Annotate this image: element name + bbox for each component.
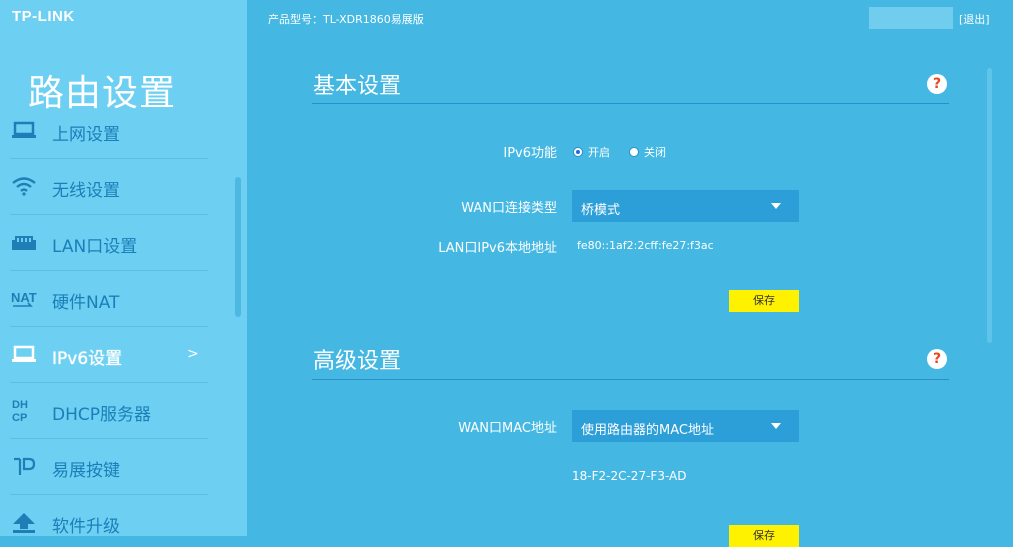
sidebar-item-upgrade[interactable]: 软件升级 bbox=[10, 495, 208, 536]
sidebar-scrollbar[interactable] bbox=[235, 177, 241, 317]
svg-text:DH: DH bbox=[12, 399, 28, 411]
lan-port-icon bbox=[10, 230, 38, 254]
wan-mac-address: 18-F2-2C-27-F3-AD bbox=[572, 469, 687, 483]
help-icon[interactable]: ? bbox=[927, 349, 947, 369]
ipv6-on-radio[interactable]: 开启 bbox=[573, 145, 610, 159]
chevron-right-icon: > bbox=[187, 346, 199, 362]
nat-icon: NAT bbox=[10, 286, 38, 310]
sidebar-item-internet[interactable]: 上网设置 bbox=[10, 103, 208, 159]
upgrade-icon bbox=[10, 510, 38, 534]
sidebar-item-label: 软件升级 bbox=[52, 517, 120, 536]
section-title-basic: 基本设置 bbox=[313, 74, 402, 99]
radio-dot bbox=[629, 147, 639, 157]
sidebar-item-label: 上网设置 bbox=[52, 125, 120, 145]
save-button-advanced[interactable]: 保存 bbox=[729, 525, 799, 547]
sidebar-item-dhcp[interactable]: DH CP DHCP服务器 bbox=[10, 383, 208, 439]
wan-type-value: 桥模式 bbox=[581, 203, 621, 218]
svg-text:NAT: NAT bbox=[11, 290, 37, 305]
sidebar-item-label: LAN口设置 bbox=[52, 237, 138, 257]
sidebar-item-ipv6[interactable]: IPv6设置 > bbox=[10, 327, 208, 383]
main-scrollbar[interactable] bbox=[987, 68, 992, 343]
sidebar: TP-LINK 路由设置 上网设置 无线设置 LAN口设置 NAT 硬件NAT … bbox=[0, 0, 247, 536]
lan-ipv6-label: LAN口IPv6本地地址 bbox=[438, 241, 557, 256]
chevron-down-icon bbox=[771, 203, 781, 209]
wan-mac-select-value: 使用路由器的MAC地址 bbox=[581, 423, 714, 438]
radio-label: 关闭 bbox=[644, 146, 666, 159]
wan-type-label: WAN口连接类型 bbox=[461, 201, 557, 216]
sidebar-item-label: 硬件NAT bbox=[52, 293, 120, 313]
logout-link[interactable]: [退出] bbox=[959, 11, 990, 27]
ipv6-function-label: IPv6功能 bbox=[503, 146, 557, 161]
svg-text:CP: CP bbox=[12, 412, 27, 423]
wan-mac-select[interactable]: 使用路由器的MAC地址 bbox=[572, 410, 799, 442]
wan-type-select[interactable]: 桥模式 bbox=[572, 190, 799, 222]
section-divider bbox=[312, 379, 949, 380]
section-title-advanced: 高级设置 bbox=[313, 349, 402, 374]
save-button-basic[interactable]: 保存 bbox=[729, 290, 799, 312]
wan-mac-label: WAN口MAC地址 bbox=[458, 421, 557, 436]
sidebar-item-hardware-nat[interactable]: NAT 硬件NAT bbox=[10, 271, 208, 327]
dhcp-icon: DH CP bbox=[10, 398, 38, 423]
radio-label: 开启 bbox=[588, 146, 610, 159]
help-icon[interactable]: ? bbox=[927, 74, 947, 94]
wifi-icon bbox=[10, 174, 38, 198]
chevron-down-icon bbox=[771, 423, 781, 429]
sidebar-item-label: IPv6设置 bbox=[52, 349, 123, 369]
sidebar-item-lan[interactable]: LAN口设置 bbox=[10, 215, 208, 271]
radio-dot bbox=[573, 147, 583, 157]
tp-link-logo: TP-LINK bbox=[12, 8, 75, 25]
easymesh-icon bbox=[10, 454, 38, 478]
user-info-box bbox=[869, 7, 953, 29]
laptop-icon bbox=[10, 342, 38, 366]
sidebar-item-label: DHCP服务器 bbox=[52, 405, 151, 425]
lan-ipv6-address: fe80::1af2:2cff:fe27:f3ac bbox=[577, 239, 714, 252]
ipv6-off-radio[interactable]: 关闭 bbox=[629, 145, 666, 159]
sidebar-item-wireless[interactable]: 无线设置 bbox=[10, 159, 208, 215]
sidebar-item-label: 易展按键 bbox=[52, 461, 120, 481]
sidebar-item-label: 无线设置 bbox=[52, 181, 120, 201]
sidebar-item-easymesh[interactable]: 易展按键 bbox=[10, 439, 208, 495]
product-model: 产品型号：TL-XDR1860易展版 bbox=[268, 13, 424, 26]
section-divider bbox=[312, 103, 949, 104]
laptop-icon bbox=[10, 118, 38, 142]
